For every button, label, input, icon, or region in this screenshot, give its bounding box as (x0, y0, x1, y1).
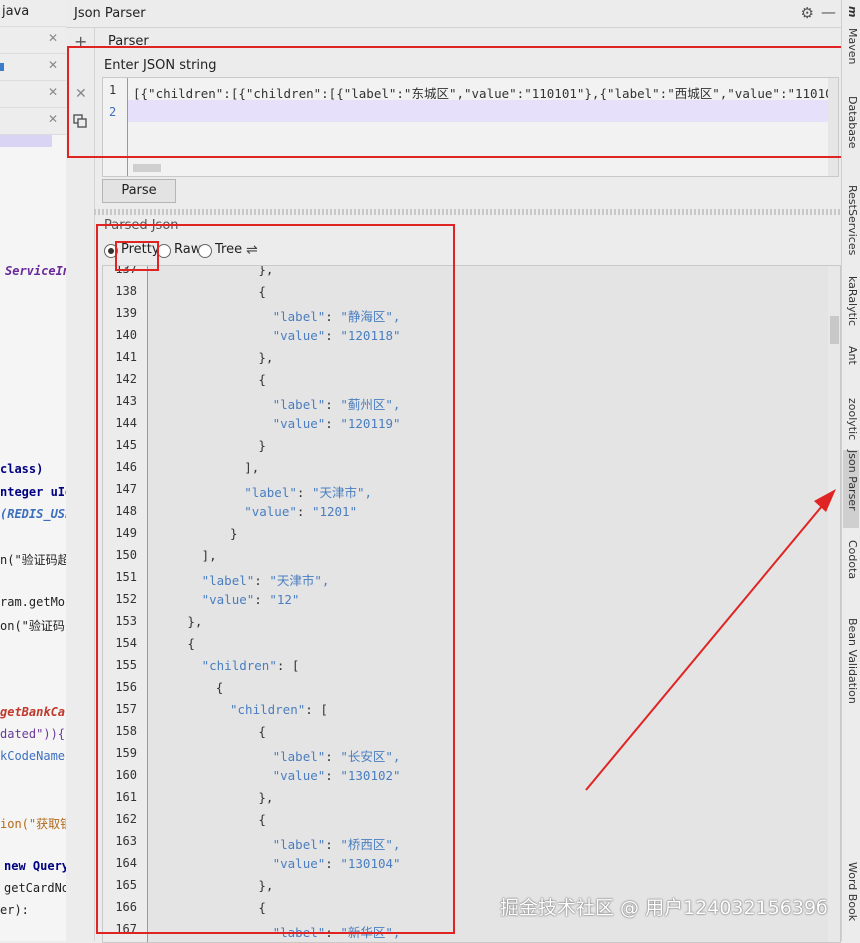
tool-database[interactable]: Database (843, 96, 859, 149)
tool-maven[interactable]: Maven (843, 28, 859, 64)
editor-tab[interactable]: ✕ (0, 27, 66, 54)
editor-tab[interactable]: java (0, 0, 66, 27)
editor-tab[interactable]: ✕ (0, 54, 66, 81)
tool-codota[interactable]: Codota (843, 540, 859, 579)
code-fragment: (REDIS_USE (0, 507, 67, 521)
splitter[interactable] (94, 209, 842, 215)
tool-word-book[interactable]: Word Book (843, 862, 859, 921)
right-tool-strip: m Maven Database RestServices kaRalytic … (841, 0, 860, 941)
annotation-box-input (67, 46, 844, 158)
close-icon[interactable]: ✕ (48, 31, 58, 45)
code-fragment: ram.getMob (0, 595, 67, 609)
code-fragment: class) (0, 462, 44, 476)
tool-bean-validation[interactable]: Bean Validation (843, 618, 859, 704)
code-fragment: kCodeName" (0, 749, 67, 763)
code-fragment: on("验证码 (0, 619, 65, 633)
code-fragment: nteger uId (0, 485, 67, 499)
tool-json-parser[interactable]: Json Parser (843, 450, 859, 528)
code-fragment: getBankCar (0, 705, 67, 719)
horizontal-scrollbar[interactable] (133, 164, 161, 172)
code-fragment: ServiceIn (5, 264, 67, 278)
code-fragment: n("验证码超 (0, 553, 67, 567)
code-fragment: er): (0, 903, 29, 917)
scrollbar-thumb[interactable] (830, 316, 839, 344)
gear-icon[interactable]: ⚙ (801, 4, 814, 22)
close-icon[interactable]: ✕ (48, 85, 58, 99)
editor-tab-label: java (2, 4, 30, 19)
annotation-arrow (585, 489, 836, 791)
tool-karalytic[interactable]: kaRalytic (843, 276, 859, 326)
code-fragment: getCardNo (4, 881, 67, 895)
code-fragment: new Query (4, 859, 67, 873)
tool-window-header: Json Parser ⚙ — (66, 0, 842, 28)
tool-restservices[interactable]: RestServices (843, 185, 859, 255)
editor-tab[interactable]: ✕ (0, 81, 66, 108)
close-icon[interactable]: ✕ (48, 112, 58, 126)
parser-toolbar: + ✕ (66, 28, 95, 941)
minimize-icon[interactable]: — (821, 3, 836, 21)
tool-window-title: Json Parser (74, 6, 146, 21)
left-editor-strip: java ✕ ✕ ✕ ✕ ServiceIn class) nteger uId… (0, 0, 67, 941)
maven-icon: m (846, 6, 859, 18)
editor-tab[interactable]: ✕ (0, 108, 66, 135)
watermark: 掘金技术社区 @ 用户12403215639б (500, 897, 828, 919)
line-highlight (0, 135, 52, 147)
close-icon[interactable]: ✕ (48, 58, 58, 72)
code-fragment: dated")){ (0, 727, 66, 741)
tool-ant[interactable]: Ant (843, 346, 859, 365)
code-fragment: ion("获取银 (0, 817, 67, 831)
annotation-box-pretty (115, 241, 159, 271)
annotation-box-output (96, 224, 455, 934)
parse-button[interactable]: Parse (102, 179, 176, 203)
tool-zoolytic[interactable]: zoolytic (843, 398, 859, 440)
